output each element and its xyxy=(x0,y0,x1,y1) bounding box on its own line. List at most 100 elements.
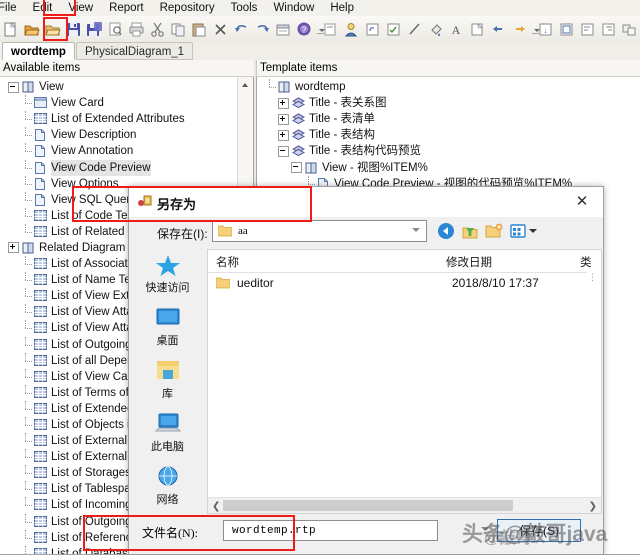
tree-item[interactable]: Title - 表结构 xyxy=(257,127,640,143)
desktop-icon xyxy=(153,305,183,331)
place-desktop[interactable]: 桌面 xyxy=(130,302,205,355)
grid-icon xyxy=(34,547,47,554)
place-network[interactable]: 网络 xyxy=(130,461,205,514)
tab-wordtemp[interactable]: wordtemp xyxy=(2,42,75,60)
back-icon[interactable] xyxy=(436,221,456,241)
tab-physicaldiagram-1[interactable]: PhysicalDiagram_1 xyxy=(76,42,194,60)
copy-format-icon[interactable] xyxy=(468,20,487,39)
file-name-chevron-down-icon[interactable] xyxy=(481,527,489,531)
up-folder-icon[interactable] xyxy=(460,221,480,241)
tree-item[interactable]: Title - 表清单 xyxy=(257,111,640,127)
collapse-icon[interactable] xyxy=(291,162,302,174)
zoom-out-icon[interactable] xyxy=(557,20,576,39)
file-list-row[interactable]: ueditor 2018/8/10 17:37 xyxy=(208,272,601,294)
new-document-icon[interactable] xyxy=(1,20,20,39)
chevron-down-icon[interactable] xyxy=(412,228,420,232)
tree-item-label: List of Extended xyxy=(51,402,134,415)
menu-item-window[interactable]: Window xyxy=(265,0,322,16)
open-model-icon[interactable] xyxy=(43,20,62,39)
grid-icon xyxy=(34,225,47,237)
print-preview-icon[interactable] xyxy=(106,20,125,39)
tree-connector xyxy=(21,320,34,336)
previous-icon[interactable] xyxy=(489,20,508,39)
column-header-name[interactable]: 名称 xyxy=(216,254,239,270)
menu-item-edit[interactable]: Edit xyxy=(25,0,61,16)
help-icon[interactable]: ? xyxy=(295,20,314,39)
tree-item[interactable]: List of Extended Attributes xyxy=(0,111,253,127)
user-icon[interactable] xyxy=(342,20,361,39)
undo-icon[interactable] xyxy=(232,20,251,39)
cut-icon[interactable] xyxy=(148,20,167,39)
new-folder-icon[interactable] xyxy=(484,221,504,241)
tree-item[interactable]: View xyxy=(0,79,253,95)
align-left-icon[interactable] xyxy=(578,20,597,39)
paste-icon[interactable] xyxy=(190,20,209,39)
tree-connector xyxy=(21,207,34,224)
align-right-icon[interactable] xyxy=(599,20,618,39)
place-quick-access[interactable]: 快速访问 xyxy=(130,249,205,302)
path-combobox[interactable]: aa xyxy=(212,220,427,242)
save-button[interactable]: 保存(S) xyxy=(497,519,581,542)
copy-icon[interactable] xyxy=(169,20,188,39)
expand-icon[interactable] xyxy=(278,129,289,141)
scroll-left-icon[interactable]: ❮ xyxy=(212,501,220,512)
tree-item-label: List of Code Tem xyxy=(51,209,138,222)
refresh-icon[interactable] xyxy=(363,20,382,39)
scroll-right-icon[interactable]: ❯ xyxy=(589,501,597,512)
import-icon[interactable] xyxy=(321,20,340,39)
line-tool-icon[interactable] xyxy=(405,20,424,39)
tree-item[interactable]: View Card xyxy=(0,95,253,111)
column-header-type[interactable]: 类 xyxy=(580,254,592,270)
expand-icon[interactable] xyxy=(278,97,289,109)
delete-icon[interactable] xyxy=(211,20,230,39)
menu-item-view[interactable]: View xyxy=(60,0,101,16)
collapse-icon[interactable] xyxy=(8,81,19,93)
tree-item[interactable]: View Code Preview xyxy=(0,159,253,176)
save-icon[interactable] xyxy=(64,20,83,39)
redo-icon[interactable] xyxy=(253,20,272,39)
zoom-in-icon[interactable]: ↓ xyxy=(536,20,555,39)
expand-icon[interactable] xyxy=(8,242,19,254)
tree-item[interactable]: View Annotation xyxy=(0,143,253,159)
file-name-input[interactable]: wordtemp.rtp xyxy=(223,520,438,541)
menu-item-help[interactable]: Help xyxy=(322,0,362,16)
menu-item-repository[interactable]: Repository xyxy=(152,0,223,16)
print-icon[interactable] xyxy=(127,20,146,39)
file-list-vertical-scrollbar[interactable]: ⋮ xyxy=(587,272,601,497)
tree-item-label: Title - 表关系图 xyxy=(309,97,387,110)
collapse-icon[interactable] xyxy=(278,145,289,157)
place-library[interactable]: 库 xyxy=(130,355,205,408)
toolbar-overflow-1[interactable] xyxy=(315,20,325,39)
close-icon[interactable]: ✕ xyxy=(561,187,603,215)
file-list-horizontal-scrollbar[interactable]: ❮ ❯ xyxy=(208,497,601,513)
menu-item-report[interactable]: Report xyxy=(101,0,152,16)
check-model-icon[interactable] xyxy=(384,20,403,39)
fill-color-icon[interactable] xyxy=(426,20,445,39)
file-list[interactable]: 名称 修改日期 类 ueditor 2018/8/10 17:37 ⋮ ❮ ❯ xyxy=(207,249,602,514)
save-all-icon[interactable] xyxy=(85,20,104,39)
tree-item[interactable]: View Description xyxy=(0,127,253,143)
toolbar-overflow-2[interactable] xyxy=(530,20,540,39)
group-icon[interactable] xyxy=(620,20,639,39)
menu-item-file[interactable]: File xyxy=(0,0,25,16)
next-icon[interactable] xyxy=(510,20,529,39)
place-this-pc[interactable]: 此电脑 xyxy=(130,408,205,461)
scroll-thumb[interactable] xyxy=(223,500,513,511)
expand-icon[interactable] xyxy=(278,113,289,125)
view-mode-chevron-icon[interactable] xyxy=(529,229,537,233)
font-icon[interactable]: A xyxy=(447,20,466,39)
tree-item[interactable]: View - 视图%ITEM% xyxy=(257,159,640,175)
menu-item-tools[interactable]: Tools xyxy=(223,0,266,16)
tree-item[interactable]: Title - 表关系图 xyxy=(257,95,640,111)
tree-item[interactable]: Title - 表结构代码预览 xyxy=(257,143,640,159)
column-header-date[interactable]: 修改日期 xyxy=(446,254,492,270)
properties-icon[interactable] xyxy=(274,20,293,39)
open-folder-icon[interactable] xyxy=(22,20,41,39)
save-as-dialog[interactable]: 另存为 ✕ 保存在(I): aa 快速访问 桌面 库 此电脑 网络 名称 修改日… xyxy=(128,186,604,555)
places-bar: 快速访问 桌面 库 此电脑 网络 xyxy=(130,249,205,514)
tree-item[interactable]: wordtemp xyxy=(257,79,640,95)
scroll-up-icon[interactable] xyxy=(238,77,253,92)
tree-item-label: Title - 表结构 xyxy=(309,129,376,142)
view-mode-icon[interactable] xyxy=(508,221,528,241)
book-icon xyxy=(278,81,290,93)
